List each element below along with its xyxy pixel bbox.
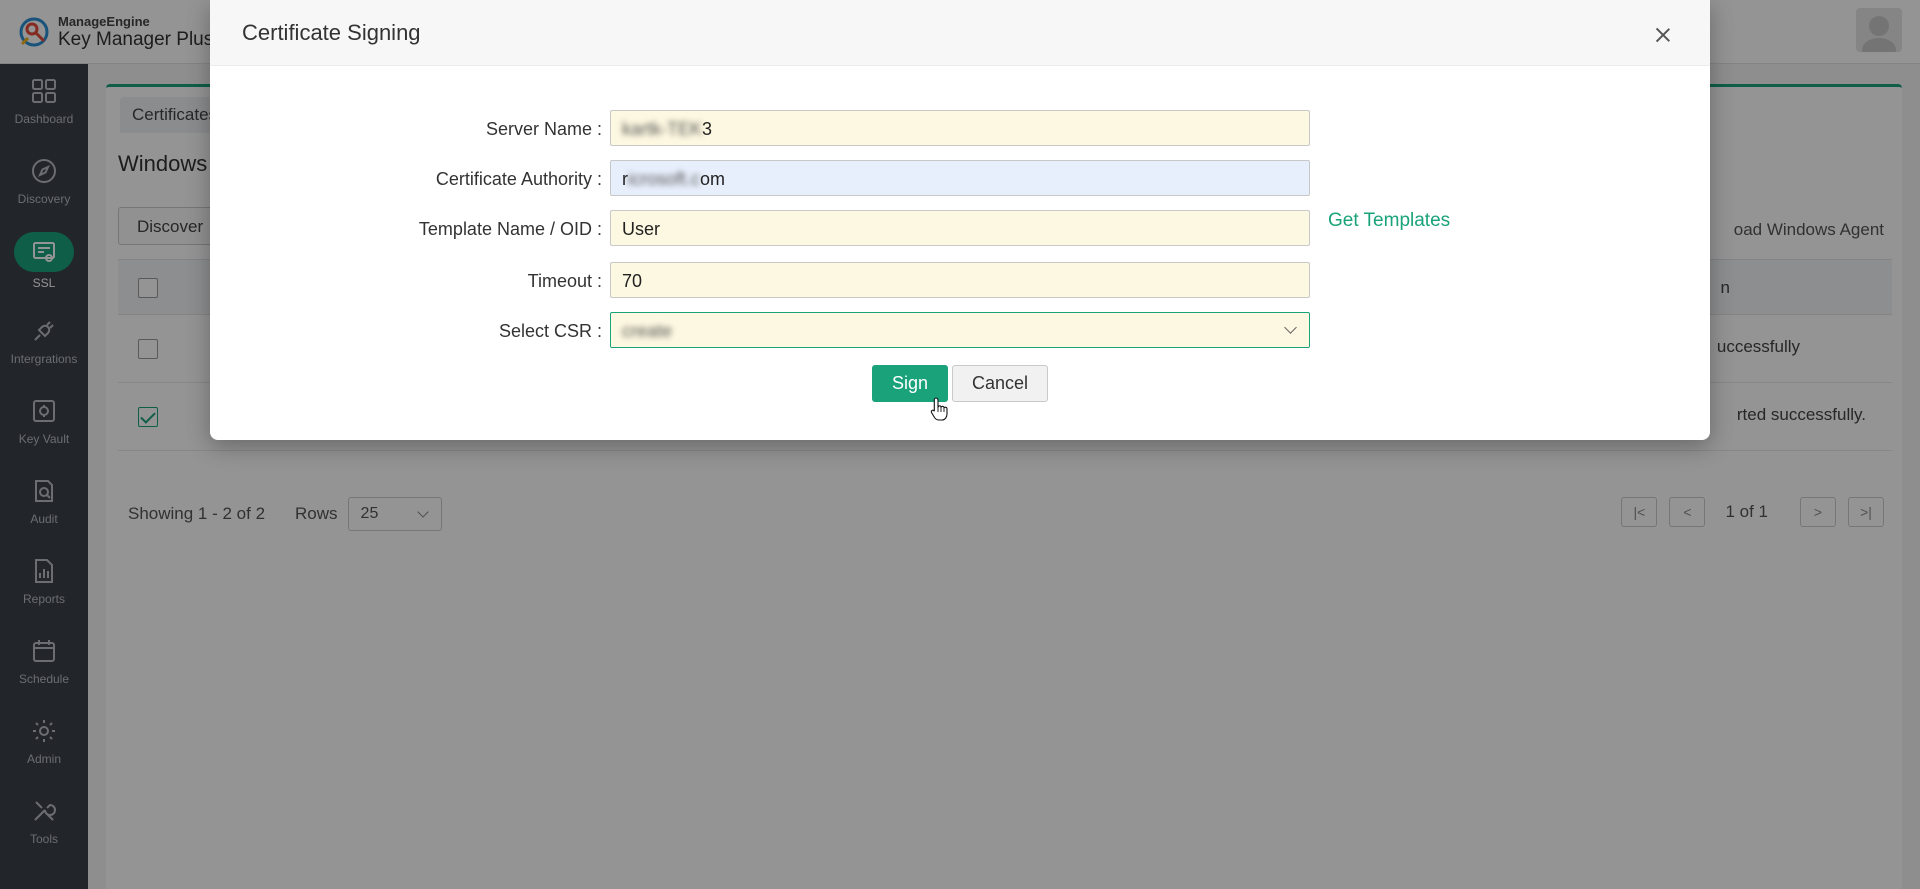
hand-cursor-icon	[930, 397, 948, 421]
timeout-input[interactable]: 70	[610, 262, 1310, 298]
server-name-label: Server Name :	[485, 119, 602, 139]
certificate-authority-label: Certificate Authority :	[435, 169, 602, 189]
dialog-header: Certificate Signing	[210, 0, 1710, 66]
certificate-authority-row: Certificate Authority : ricrosoft.com	[210, 160, 1710, 196]
close-icon[interactable]	[1652, 24, 1674, 46]
certificate-authority-input[interactable]: ricrosoft.com	[610, 160, 1310, 196]
server-name-input[interactable]: kartk-TEK3	[610, 110, 1310, 146]
timeout-row: Timeout : 70	[210, 262, 1710, 298]
template-name-label: Template Name / OID :	[418, 219, 602, 239]
select-csr-label: Select CSR :	[498, 321, 602, 341]
chevron-down-icon	[1284, 321, 1297, 334]
get-templates-link[interactable]: Get Templates	[1328, 210, 1450, 232]
certificate-signing-dialog: Certificate Signing Server Name : kartk-…	[210, 0, 1710, 440]
server-name-row: Server Name : kartk-TEK3	[210, 110, 1710, 146]
timeout-label: Timeout :	[527, 271, 602, 291]
cancel-button[interactable]: Cancel	[952, 365, 1048, 402]
select-csr-dropdown[interactable]: create	[610, 312, 1310, 348]
template-name-input[interactable]: User	[610, 210, 1310, 246]
template-name-row: Template Name / OID : User	[210, 210, 1710, 246]
dialog-title: Certificate Signing	[242, 20, 421, 45]
select-csr-row: Select CSR : create	[210, 312, 1710, 348]
